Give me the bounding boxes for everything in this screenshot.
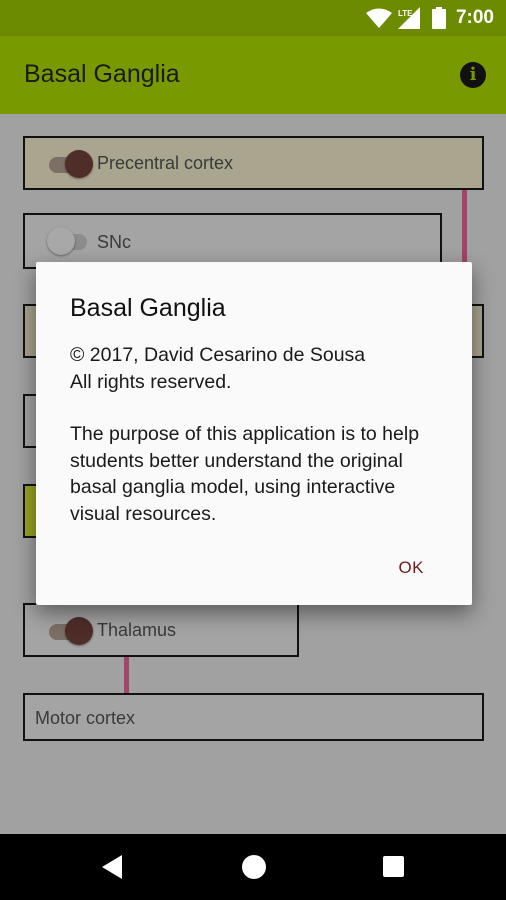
copyright-text: © 2017, David Cesarino de Sousa bbox=[70, 344, 366, 366]
ok-button[interactable]: OK bbox=[398, 558, 424, 578]
dialog-body: © 2017, David Cesarino de Sousa All righ… bbox=[70, 342, 450, 527]
about-dialog: Basal Ganglia © 2017, David Cesarino de … bbox=[36, 262, 472, 605]
recent-apps-icon[interactable] bbox=[383, 856, 404, 877]
home-icon[interactable] bbox=[242, 855, 266, 879]
dialog-title: Basal Ganglia bbox=[70, 294, 226, 322]
navigation-bar bbox=[0, 834, 506, 900]
back-icon[interactable] bbox=[102, 855, 124, 884]
rights-text: All rights reserved. bbox=[70, 370, 232, 393]
purpose-text: The purpose of this application is to he… bbox=[70, 423, 420, 525]
